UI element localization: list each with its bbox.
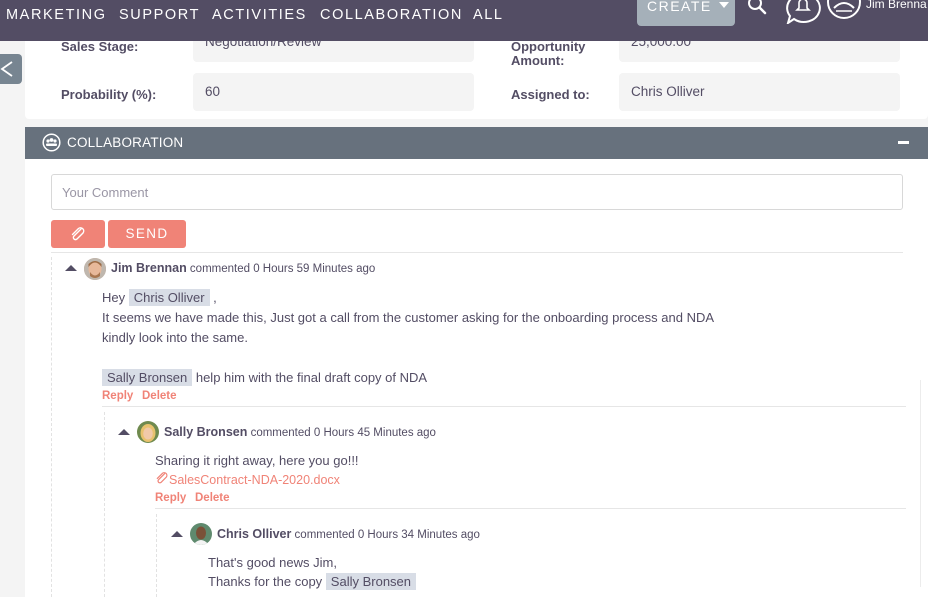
collaboration-panel-header[interactable]: COLLABORATION <box>25 127 928 159</box>
attach-file-button[interactable] <box>51 220 105 248</box>
avatar-jim-brennan <box>84 258 106 280</box>
create-button[interactable]: CREATE <box>637 0 735 26</box>
nav-item-support[interactable]: SUPPORT <box>119 7 200 23</box>
comment-text: That's good news Jim, <box>208 555 337 570</box>
thread-line <box>104 412 105 597</box>
comment-line: Sally Bronsen help him with the final dr… <box>102 368 427 388</box>
comment-text: It seems we have made this, Just got a c… <box>102 310 715 325</box>
chevron-down-icon <box>718 2 729 8</box>
user-avatar-icon[interactable] <box>826 0 862 25</box>
comment-header: Sally Bronsen commented 0 Hours 45 Minut… <box>164 425 436 439</box>
paperclip-icon <box>156 472 168 484</box>
notifications-bell-icon[interactable] <box>784 0 822 29</box>
thread-line <box>156 514 157 597</box>
opportunity-details-panel: Sales Stage: Negotiation/Review Opportun… <box>25 24 928 119</box>
sales-stage-label: Sales Stage: <box>61 39 139 54</box>
collapse-thread-icon[interactable] <box>118 429 130 435</box>
delete-link[interactable]: Delete <box>142 390 177 402</box>
comment-timestamp: commented 0 Hours 45 Minutes ago <box>250 427 436 439</box>
probability-value: 60 <box>193 73 474 111</box>
assigned-to-value: Chris Olliver <box>619 73 900 111</box>
send-button[interactable]: SEND <box>108 220 186 248</box>
collapse-thread-icon[interactable] <box>65 265 77 271</box>
mention-sally-bronsen[interactable]: Sally Bronsen <box>102 369 193 386</box>
user-name[interactable]: Jim Brenna <box>866 0 927 11</box>
divider <box>51 252 903 253</box>
comment-author[interactable]: Sally Bronsen <box>164 425 247 439</box>
probability-label: Probability (%): <box>61 87 157 102</box>
sidebar-toggle-button[interactable] <box>0 54 22 84</box>
scrollbar-track[interactable] <box>920 380 921 587</box>
attachment-filename[interactable]: SalesContract-NDA-2020.docx <box>169 473 340 487</box>
top-navigation: MARKETING SUPPORT ACTIVITIES COLLABORATI… <box>0 0 928 41</box>
minus-collapse-icon[interactable] <box>898 141 909 144</box>
nav-item-activities[interactable]: ACTIVITIES <box>212 7 307 23</box>
reply-link[interactable]: Reply <box>102 390 133 402</box>
collaboration-title: COLLABORATION <box>67 135 184 150</box>
collaboration-panel: COLLABORATION SEND Jim Brennan commented… <box>25 127 928 597</box>
comment-author[interactable]: Chris Olliver <box>217 527 291 541</box>
assigned-to-label: Assigned to: <box>511 87 590 102</box>
comment-text: , <box>213 290 217 305</box>
collapse-left-icon <box>0 61 13 77</box>
comment-input[interactable] <box>51 174 903 210</box>
comment-header: Jim Brennan commented 0 Hours 59 Minutes… <box>111 261 375 275</box>
comment-text: Hey <box>102 290 126 305</box>
mention-sally-bronsen[interactable]: Sally Bronsen <box>325 573 417 590</box>
mention-chris-olliver[interactable]: Chris Olliver <box>128 289 210 306</box>
comment-line: Hey Chris Olliver , <box>102 288 217 308</box>
group-users-icon <box>42 133 61 157</box>
comment-author[interactable]: Jim Brennan <box>111 261 187 275</box>
comment-text: kindly look into the same. <box>102 330 248 345</box>
comment-line: Thanks for the copy Sally Bronsen <box>208 572 417 592</box>
reply-link[interactable]: Reply <box>155 492 186 504</box>
attachment-link[interactable]: SalesContract-NDA-2020.docx <box>155 472 340 487</box>
divider <box>155 508 906 509</box>
create-label: CREATE <box>647 0 712 14</box>
collapse-thread-icon[interactable] <box>171 531 183 537</box>
nav-item-collaboration[interactable]: COLLABORATION <box>320 7 463 23</box>
nav-item-all[interactable]: ALL <box>473 7 504 23</box>
comment-timestamp: commented 0 Hours 34 Minutes ago <box>294 529 480 541</box>
comment-text: help him with the final draft copy of ND… <box>195 370 428 385</box>
nav-item-marketing[interactable]: MARKETING <box>6 7 107 23</box>
opportunity-amount-label: Opportunity Amount: <box>511 40 585 68</box>
opportunity-amount-label-line2: Amount: <box>511 53 565 68</box>
divider <box>102 406 906 407</box>
comment-text: Sharing it right away, here you go!!! <box>155 453 359 468</box>
thread-line <box>51 257 52 597</box>
comment-header: Chris Olliver commented 0 Hours 34 Minut… <box>217 527 480 541</box>
avatar-chris-olliver <box>190 523 212 545</box>
comment-timestamp: commented 0 Hours 59 Minutes ago <box>189 263 376 275</box>
search-icon[interactable] <box>746 0 770 23</box>
opportunity-amount-label-line1: Opportunity <box>511 39 586 54</box>
delete-link[interactable]: Delete <box>195 492 230 504</box>
paperclip-icon <box>71 227 85 241</box>
avatar-sally-bronsen <box>137 421 159 443</box>
